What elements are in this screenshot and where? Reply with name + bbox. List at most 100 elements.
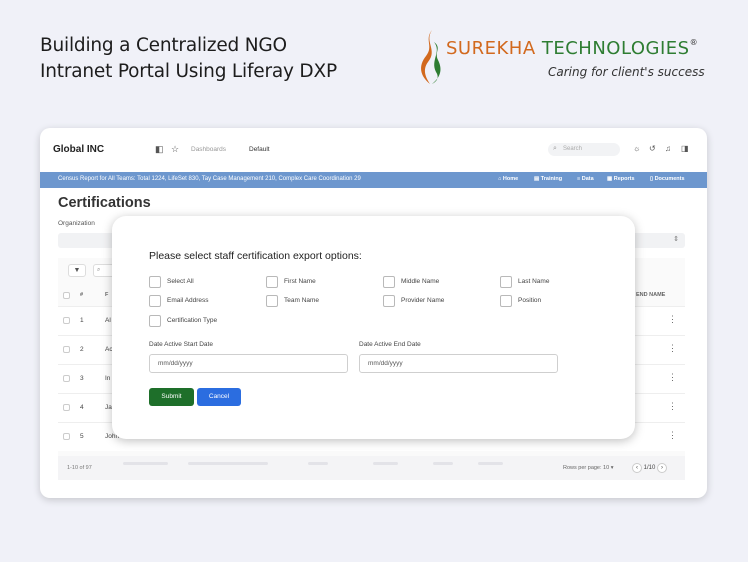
blurred-text (123, 462, 168, 465)
select-all-rows-checkbox[interactable] (63, 292, 70, 299)
export-options-modal: Please select staff certification export… (112, 216, 635, 439)
page-title: Certifications (58, 195, 151, 211)
census-banner: Census Report for All Teams: Total 1224,… (40, 172, 707, 188)
nav-home[interactable]: ⌂ Home (498, 176, 518, 182)
logo-name-part-1: SUREKHA (446, 38, 542, 59)
sidebar-toggle-icon[interactable]: ◧ (155, 144, 164, 155)
nav-documents-label: Documents (654, 176, 685, 182)
table-footer: 1-10 of 97 Rows per page: 10 ▾ ‹ 1/10 › (58, 456, 685, 480)
column-end-name[interactable]: END NAME (636, 292, 665, 298)
breadcrumb-dashboards[interactable]: Dashboards (191, 146, 226, 153)
option-label: Email Address (167, 297, 209, 304)
option-label: Select All (167, 278, 194, 285)
option-label: Middle Name (401, 278, 440, 285)
headline: Building a Centralized NGO Intranet Port… (40, 33, 337, 85)
nav-data[interactable]: ≡ Data (577, 176, 594, 182)
organization-label: Organization (58, 220, 95, 227)
star-icon[interactable]: ☆ (171, 144, 179, 155)
option-label: Team Name (284, 297, 320, 304)
logo-wordmark: SUREKHA TECHNOLOGIES® (446, 38, 698, 59)
breadcrumb-default[interactable]: Default (249, 146, 270, 153)
row-checkbox[interactable] (63, 433, 70, 440)
row-menu-icon[interactable]: ⋮ (668, 430, 677, 441)
row-number: 2 (80, 346, 84, 353)
checkbox[interactable] (149, 315, 161, 327)
start-date-label: Date Active Start Date (149, 341, 213, 348)
company-logo: SUREKHA TECHNOLOGIES® Caring for client'… (416, 28, 726, 88)
blurred-text (188, 462, 268, 465)
nav-reports[interactable]: ▦ Reports (607, 176, 635, 182)
row-checkbox[interactable] (63, 346, 70, 353)
checkbox[interactable] (500, 295, 512, 307)
sun-icon[interactable]: ☼ (633, 144, 640, 153)
blurred-text (478, 462, 503, 465)
pagination: ‹ 1/10 › (632, 463, 668, 473)
end-date-label: Date Active End Date (359, 341, 421, 348)
search-icon: ⌕ (553, 145, 557, 152)
column-name[interactable]: F (105, 292, 108, 298)
row-number: 3 (80, 375, 84, 382)
cancel-button[interactable]: Cancel (197, 388, 241, 406)
search-input[interactable]: ⌕ Search (548, 143, 620, 156)
search-placeholder: Search (563, 146, 583, 152)
logo-name-part-2: TECHNOLOGIES (541, 38, 690, 59)
nav-documents[interactable]: ▯ Documents (650, 176, 685, 182)
option-label: Last Name (518, 278, 550, 285)
search-icon: ⌕ (97, 267, 101, 273)
nav-training-label: Training (540, 176, 563, 182)
app-window: Global INC ◧ ☆ Dashboards Default ⌕ Sear… (40, 128, 707, 498)
checkbox[interactable] (149, 295, 161, 307)
app-title: Global INC (53, 144, 105, 155)
page-indicator: 1/10 (643, 465, 656, 471)
filter-button[interactable]: ▼ (68, 264, 86, 277)
start-date-input[interactable]: mm/dd/yyyy (149, 354, 348, 373)
registered-mark: ® (689, 38, 699, 47)
blurred-text (373, 462, 398, 465)
option-label: Certification Type (167, 317, 218, 324)
nav-reports-label: Reports (613, 176, 635, 182)
checkbox[interactable] (383, 276, 395, 288)
flame-logo-icon (421, 30, 441, 84)
modal-title: Please select staff certification export… (149, 250, 362, 262)
checkbox[interactable] (266, 276, 278, 288)
row-number: 5 (80, 433, 84, 440)
next-page-icon[interactable]: › (657, 463, 668, 473)
blurred-text (308, 462, 328, 465)
banner-text: Census Report for All Teams: Total 1224,… (58, 176, 361, 182)
checkbox[interactable] (383, 295, 395, 307)
nav-home-label: Home (502, 176, 519, 182)
blurred-text (433, 462, 453, 465)
option-label: Provider Name (401, 297, 445, 304)
bell-icon[interactable]: ♫ (665, 144, 671, 153)
end-date-input[interactable]: mm/dd/yyyy (359, 354, 558, 373)
history-icon[interactable]: ↺ (649, 144, 656, 153)
checkbox[interactable] (266, 295, 278, 307)
row-number: 4 (80, 404, 84, 411)
row-checkbox[interactable] (63, 375, 70, 382)
rows-per-page-select[interactable]: Rows per page: 10 ▾ (563, 465, 613, 471)
row-name: Ja (105, 404, 112, 411)
rows-per-page-label: Rows per page: 10 (563, 465, 610, 471)
row-menu-icon[interactable]: ⋮ (668, 314, 677, 325)
row-menu-icon[interactable]: ⋮ (668, 401, 677, 412)
column-number[interactable]: # (80, 292, 83, 298)
headline-line-2: Intranet Portal Using Liferay DXP (40, 61, 337, 82)
previous-page-icon[interactable]: ‹ (632, 463, 642, 473)
submit-button[interactable]: Submit (149, 388, 194, 406)
checkbox[interactable] (149, 276, 161, 288)
logo-tagline: Caring for client's success (548, 65, 705, 79)
nav-training[interactable]: ▤ Training (534, 176, 562, 182)
nav-data-label: Data (581, 176, 594, 182)
row-menu-icon[interactable]: ⋮ (668, 343, 677, 354)
row-name: Al (105, 317, 111, 324)
row-menu-icon[interactable]: ⋮ (668, 372, 677, 383)
checkbox[interactable] (500, 276, 512, 288)
panel-icon[interactable]: ◨ (681, 144, 689, 153)
row-number: 1 (80, 317, 84, 324)
top-bar: Global INC ◧ ☆ Dashboards Default ⌕ Sear… (40, 128, 707, 172)
option-label: Position (518, 297, 542, 304)
row-checkbox[interactable] (63, 404, 70, 411)
option-label: First Name (284, 278, 316, 285)
row-checkbox[interactable] (63, 317, 70, 324)
row-count: 1-10 of 97 (67, 465, 92, 471)
